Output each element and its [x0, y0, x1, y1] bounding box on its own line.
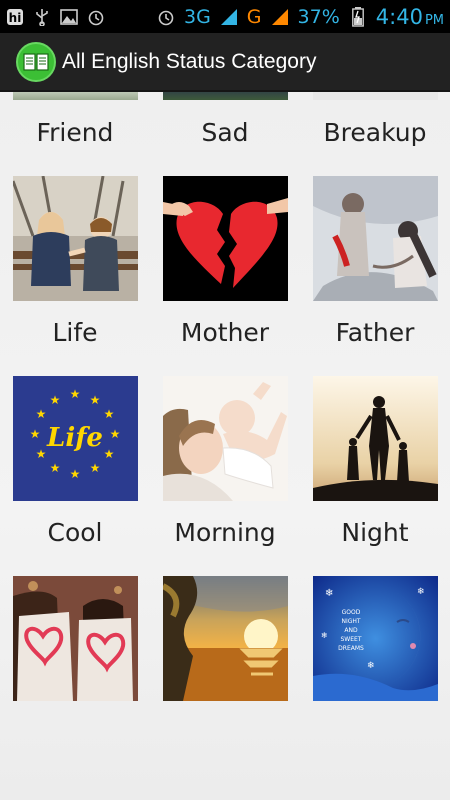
svg-text:★: ★ — [70, 387, 81, 401]
svg-text:★: ★ — [30, 427, 41, 441]
svg-text:hi: hi — [9, 11, 22, 25]
network-g-label: G — [246, 5, 262, 28]
svg-text:★: ★ — [36, 407, 47, 421]
svg-text:❄: ❄ — [321, 631, 328, 640]
alarm-icon — [87, 8, 105, 26]
category-thumb-partial[interactable] — [163, 92, 288, 100]
usb-icon — [33, 8, 51, 26]
svg-text:AND: AND — [344, 627, 358, 634]
svg-text:★: ★ — [50, 461, 61, 475]
action-bar: All English Status Category — [0, 33, 450, 92]
hike-icon: hi — [6, 8, 24, 26]
signal-icon — [220, 8, 238, 26]
category-thumb-partial[interactable] — [13, 92, 138, 100]
category-thumb-partial[interactable] — [313, 92, 438, 100]
label-row: Cool Morning Night — [0, 518, 450, 547]
svg-text:★: ★ — [110, 427, 121, 441]
couple-sketch-image[interactable] — [313, 176, 438, 301]
category-label-cool[interactable]: Cool — [0, 518, 150, 547]
svg-text:★: ★ — [90, 461, 101, 475]
book-icon[interactable] — [16, 41, 56, 82]
broken-heart-image[interactable] — [163, 176, 288, 301]
clock-time: 4:40 — [375, 4, 423, 29]
status-bar: hi 3G G 37% 4:40 PM — [0, 0, 450, 33]
svg-text:NIGHT: NIGHT — [341, 618, 360, 625]
life-europe-stars-image[interactable]: ★ ★ ★ ★ ★ ★ ★ ★ ★ ★ ★ ★ Life — [13, 376, 138, 501]
category-grid[interactable]: Friend Sad Breakup Life Mother Father ★ … — [0, 92, 450, 800]
svg-text:❄: ❄ — [367, 661, 375, 671]
category-label-breakup[interactable]: Breakup — [300, 118, 450, 147]
svg-text:SWEET: SWEET — [341, 636, 362, 643]
signal-icon — [271, 8, 289, 26]
life-image-text: Life — [46, 423, 103, 453]
sunset-sea-image[interactable] — [163, 576, 288, 701]
clock: 4:40 PM — [376, 5, 444, 29]
moon-good-night-image[interactable]: GOOD NIGHT AND SWEET DREAMS ❄ ❄ ❄ ❄ — [313, 576, 438, 701]
kids-image[interactable] — [13, 176, 138, 301]
family-silhouette-image[interactable] — [313, 376, 438, 501]
image-icon — [60, 8, 78, 26]
mother-baby-image[interactable] — [163, 376, 288, 501]
category-label-night[interactable]: Night — [300, 518, 450, 547]
svg-text:❄: ❄ — [325, 588, 333, 599]
battery-icon — [349, 6, 367, 27]
battery-percent: 37% — [297, 5, 340, 28]
category-label-sad[interactable]: Sad — [150, 118, 300, 147]
clock-ampm: PM — [424, 12, 444, 28]
svg-text:★: ★ — [90, 393, 101, 407]
svg-text:★: ★ — [104, 407, 115, 421]
page-title: All English Status Category — [62, 49, 317, 73]
category-label-morning[interactable]: Morning — [150, 518, 300, 547]
category-label-life[interactable]: Life — [0, 318, 150, 347]
category-label-mother[interactable]: Mother — [150, 318, 300, 347]
svg-text:★: ★ — [50, 393, 61, 407]
label-row: Friend Sad Breakup — [0, 118, 450, 147]
svg-text:★: ★ — [104, 447, 115, 461]
label-row: Life Mother Father — [0, 318, 450, 347]
category-label-friend[interactable]: Friend — [0, 118, 150, 147]
svg-text:❄: ❄ — [417, 587, 425, 597]
svg-text:★: ★ — [36, 447, 47, 461]
heart-tshirt-couple-image[interactable] — [13, 576, 138, 701]
svg-text:★: ★ — [70, 467, 81, 481]
svg-text:DREAMS: DREAMS — [338, 645, 364, 652]
svg-text:GOOD: GOOD — [342, 609, 361, 616]
category-label-father[interactable]: Father — [300, 318, 450, 347]
network-3g-label: 3G — [183, 5, 211, 28]
alarm-icon — [157, 8, 175, 26]
